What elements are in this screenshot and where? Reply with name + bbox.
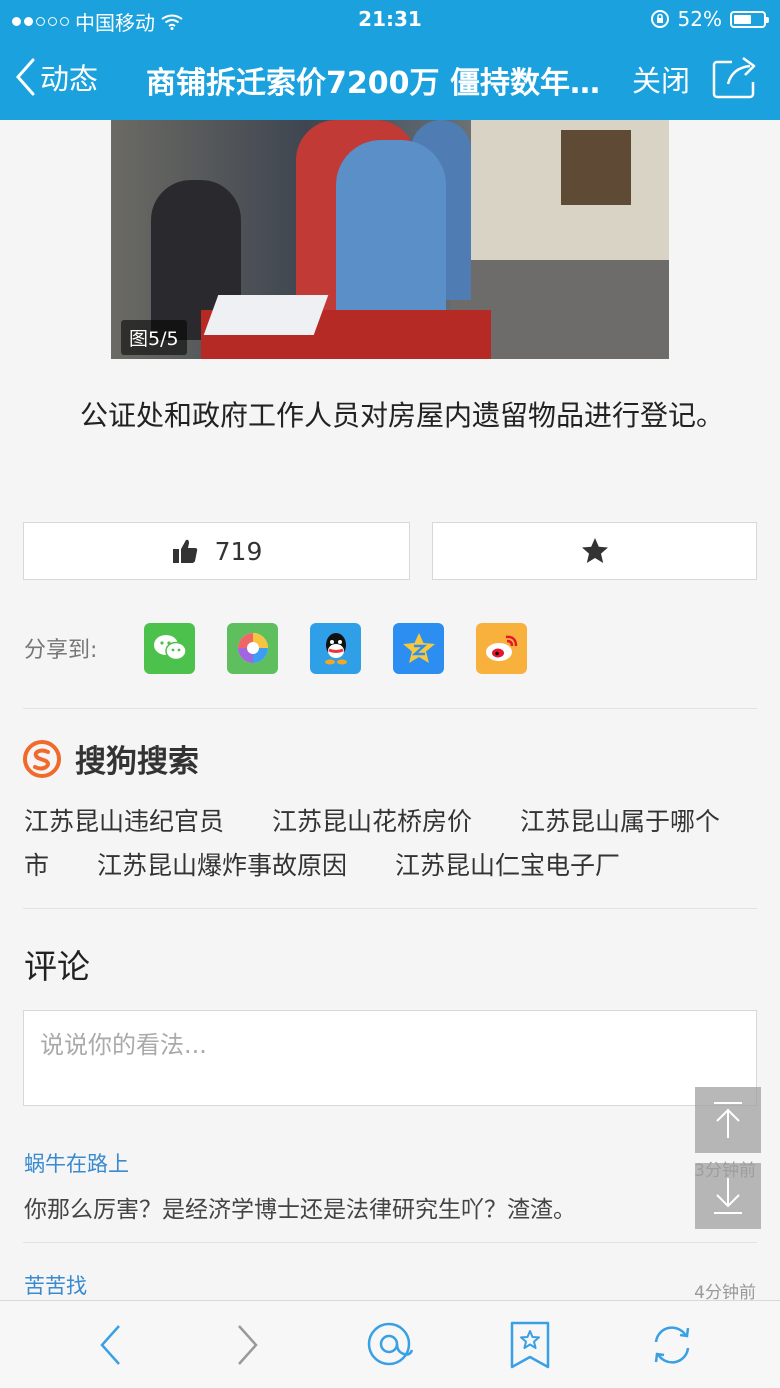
search-keywords: 江苏昆山违纪官员 江苏昆山花桥房价 江苏昆山属于哪个市 江苏昆山爆炸事故原因 江…: [24, 800, 764, 888]
photo-caption: 公证处和政府工作人员对房屋内遗留物品进行登记。: [80, 399, 725, 432]
scroll-bottom-button[interactable]: [695, 1163, 761, 1229]
refresh-icon: [654, 1326, 690, 1364]
refresh-button[interactable]: [644, 1319, 700, 1371]
chevron-left-icon: [100, 1325, 120, 1365]
qq-icon: [324, 633, 347, 665]
browser-home-button[interactable]: [362, 1319, 418, 1371]
comment-input[interactable]: 说说你的看法...: [23, 1010, 757, 1106]
back-button[interactable]: 动态: [14, 56, 98, 98]
keyword-link[interactable]: 江苏昆山花桥房价: [272, 807, 472, 836]
share-qq-button[interactable]: [310, 622, 361, 674]
battery-icon: [730, 10, 769, 28]
share-button[interactable]: [710, 54, 760, 104]
like-button[interactable]: 719: [23, 522, 410, 580]
scroll-top-button[interactable]: [695, 1087, 761, 1153]
wechat-icon: [153, 635, 187, 661]
comment-user[interactable]: 苦苦找: [24, 1270, 87, 1300]
back-label: 动态: [40, 62, 99, 96]
close-button[interactable]: 关闭: [632, 58, 690, 100]
nav-bar: 动态 商铺拆迁索价7200万 僵持数年… 关闭: [0, 40, 780, 120]
article-photo[interactable]: 图5/5: [111, 120, 669, 359]
header: 中国移动 21:31 52% 动态 商铺拆迁索价7200万 僵持数年… 关闭: [0, 0, 780, 120]
status-right: 52%: [650, 7, 769, 31]
qzone-icon: [402, 633, 435, 663]
divider: [23, 908, 757, 909]
moments-icon: [237, 633, 268, 663]
bottom-toolbar: [0, 1300, 780, 1388]
share-moments-button[interactable]: [227, 622, 278, 674]
thumbs-up-icon: [172, 539, 197, 563]
keyword-link[interactable]: 江苏昆山爆炸事故原因: [97, 851, 347, 880]
share-weibo-button[interactable]: [476, 622, 527, 674]
battery-percent: 52%: [677, 7, 722, 31]
bookmarks-button[interactable]: [502, 1319, 558, 1371]
page-title: 商铺拆迁索价7200万 僵持数年…: [146, 66, 600, 101]
photo-counter: 图5/5: [121, 320, 187, 355]
sogou-header: 搜狗搜索: [23, 736, 199, 781]
keyword-link[interactable]: 江苏昆山违纪官员: [24, 807, 224, 836]
rotation-lock-icon: [650, 10, 669, 28]
comments-title: 评论: [24, 947, 90, 986]
status-bar: 中国移动 21:31 52%: [0, 0, 780, 40]
favorite-button[interactable]: [432, 522, 757, 580]
bookmark-star-icon: [510, 1321, 550, 1369]
share-row: 分享到:: [24, 622, 559, 674]
divider: [23, 1242, 757, 1243]
photo-truck: [471, 120, 669, 260]
chevron-right-icon: [238, 1325, 258, 1365]
keyword-link[interactable]: 江苏昆山仁宝电子厂: [395, 851, 620, 880]
sogou-logo-icon: [23, 739, 61, 778]
browser-forward-button[interactable]: [220, 1319, 276, 1371]
sogou-brand: 搜狗搜索: [75, 744, 199, 780]
browser-back-button[interactable]: [82, 1319, 138, 1371]
divider: [23, 708, 757, 709]
like-count: 719: [214, 536, 263, 566]
comment-user[interactable]: 蜗牛在路上: [24, 1148, 129, 1178]
chevron-left-icon: [15, 58, 35, 96]
share-label: 分享到:: [24, 638, 98, 663]
arrow-down-icon: [714, 1178, 742, 1214]
weibo-icon: [485, 635, 517, 661]
comment-text: 你那么厉害？是经济学博士还是法律研究生吖？渣渣。: [24, 1197, 576, 1223]
arrow-up-icon: [714, 1102, 742, 1138]
browser-logo-icon: [367, 1322, 414, 1366]
share-wechat-button[interactable]: [144, 622, 195, 674]
share-qzone-button[interactable]: [393, 622, 444, 674]
share-icon: [712, 56, 756, 99]
star-icon: [581, 538, 608, 563]
